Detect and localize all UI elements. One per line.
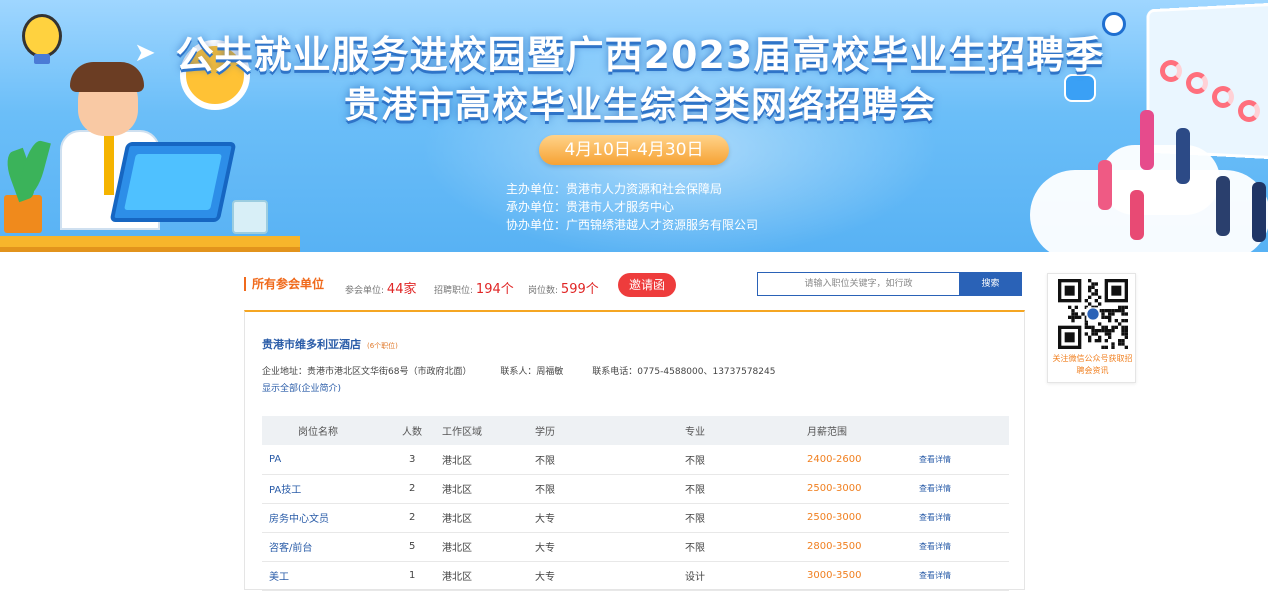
job-education: 大专 <box>535 561 685 591</box>
job-salary: 2500-3000 <box>807 503 919 533</box>
organizer-text: 承办单位：贵港市人才服务中心 <box>506 200 675 214</box>
job-education: 大专 <box>535 532 685 562</box>
job-salary: 2800-3500 <box>807 532 919 562</box>
job-education: 不限 <box>535 474 685 504</box>
col-header-major: 专业 <box>685 416 807 445</box>
job-name-link[interactable]: PA技工 <box>262 474 391 504</box>
table-row: 美工 1 港北区 大专 设计 3000-3500 查看详情 <box>262 561 1009 591</box>
date-range-badge: 4月10日-4月30日 <box>539 135 729 165</box>
positions-label: 招聘职位: <box>434 286 474 296</box>
company-name-link[interactable]: 贵港市维多利亚酒店 <box>262 338 361 351</box>
job-education: 不限 <box>535 445 685 475</box>
company-contact: 联系人：周福敏 <box>500 367 564 377</box>
positions-stat: 招聘职位: 194个 <box>434 278 514 297</box>
qr-code-image <box>1058 279 1128 349</box>
job-name-link[interactable]: PA <box>262 445 391 475</box>
search-input[interactable]: 请输入职位关键字，如行政 <box>757 272 959 296</box>
event-banner: ➤ 公共就业服务进校园暨广西2023届高校毕业生招聘季 贵港市高校毕业生综合类网… <box>0 0 1268 252</box>
units-stat: 参会单位: 44家 <box>345 278 416 297</box>
table-row: PA技工 2 港北区 不限 不限 2500-3000 查看详情 <box>262 474 1009 504</box>
organizers-block: 主办单位：贵港市人力资源和社会保障局 承办单位：贵港市人才服务中心 协办单位：广… <box>506 180 758 234</box>
job-major: 不限 <box>685 445 807 475</box>
units-value: 44家 <box>386 282 417 297</box>
job-salary: 2400-2600 <box>807 445 919 475</box>
jobs-table: 岗位名称 人数 工作区域 学历 专业 月薪范围 PA 3 港北区 不限 不限 2400-2… <box>262 416 1009 591</box>
table-row: PA 3 港北区 不限 不限 2400-2600 查看详情 <box>262 445 1009 475</box>
job-major: 设计 <box>685 561 807 591</box>
job-name-link[interactable]: 咨客/前台 <box>262 532 391 562</box>
invitation-button[interactable]: 邀请函 <box>618 273 676 297</box>
job-name-link[interactable]: 房务中心文员 <box>262 503 391 533</box>
view-details-link[interactable]: 查看详情 <box>919 445 1009 475</box>
cloud-shape <box>1100 145 1220 215</box>
search-button[interactable]: 搜索 <box>959 272 1022 296</box>
job-area: 港北区 <box>442 474 535 504</box>
company-address: 企业地址：贵港市港北区文华街68号（市政府北面） <box>262 367 472 377</box>
positions-value: 194个 <box>475 282 514 297</box>
all-units-label[interactable]: 所有参会单位 <box>244 277 324 291</box>
company-title: 贵港市维多利亚酒店 (6个职位) <box>262 336 398 352</box>
col-header-name: 岗位名称 <box>262 416 391 445</box>
job-count: 1 <box>391 561 442 591</box>
table-header-row: 岗位名称 人数 工作区域 学历 专业 月薪范围 <box>262 416 1009 445</box>
job-area: 港北区 <box>442 445 535 475</box>
job-count: 2 <box>391 503 442 533</box>
banner-title-line2: 贵港市高校毕业生综合类网络招聘会 <box>343 85 936 126</box>
illustration-person <box>1130 190 1144 240</box>
wechat-qr-box: 关注微信公众号获取招聘会资讯 <box>1047 273 1136 383</box>
host-text: 主办单位：贵港市人力资源和社会保障局 <box>506 182 723 196</box>
view-details-link[interactable]: 查看详情 <box>919 503 1009 533</box>
illustration-person <box>1252 182 1266 242</box>
job-count: 2 <box>391 474 442 504</box>
view-details-link[interactable]: 查看详情 <box>919 474 1009 504</box>
openings-stat: 岗位数: 599个 <box>528 278 599 297</box>
table-row: 房务中心文员 2 港北区 大专 不限 2500-3000 查看详情 <box>262 503 1009 533</box>
table-row: 咨客/前台 5 港北区 大专 不限 2800-3500 查看详情 <box>262 532 1009 562</box>
show-all-link[interactable]: 显示全部(企业简介) <box>262 381 341 394</box>
job-area: 港北区 <box>442 532 535 562</box>
job-salary: 3000-3500 <box>807 561 919 591</box>
openings-label: 岗位数: <box>528 286 559 296</box>
desk-edge <box>0 247 300 252</box>
coffee-mug-icon <box>232 200 268 234</box>
illustration-person <box>1216 176 1230 236</box>
view-details-link[interactable]: 查看详情 <box>919 532 1009 562</box>
company-info-line: 企业地址：贵港市港北区文华街68号（市政府北面） 联系人：周福敏 联系电话：07… <box>262 364 801 377</box>
illustration-tie <box>104 135 114 195</box>
company-panel: 贵港市维多利亚酒店 (6个职位) 企业地址：贵港市港北区文华街68号（市政府北面）… <box>244 310 1025 591</box>
col-header-area: 工作区域 <box>442 416 535 445</box>
job-education: 大专 <box>535 503 685 533</box>
job-salary: 2500-3000 <box>807 474 919 504</box>
job-name-link[interactable]: 美工 <box>262 561 391 591</box>
openings-value: 599个 <box>560 282 599 297</box>
col-header-action <box>919 416 1009 445</box>
company-phone: 联系电话：0775-4588000、13737578245 <box>592 367 776 377</box>
illustration-person <box>1176 128 1190 184</box>
job-area: 港北区 <box>442 503 535 533</box>
illustration-person <box>1098 160 1112 210</box>
job-major: 不限 <box>685 503 807 533</box>
position-count: (6个职位) <box>367 342 398 350</box>
col-header-salary: 月薪范围 <box>807 416 919 445</box>
job-area: 港北区 <box>442 561 535 591</box>
col-header-education: 学历 <box>535 416 685 445</box>
job-count: 3 <box>391 445 442 475</box>
qr-caption: 关注微信公众号获取招聘会资讯 <box>1052 354 1133 375</box>
computer-monitor-icon <box>109 142 237 222</box>
co-organizer-text: 协办单位：广西锦绣港越人才资源服务有限公司 <box>506 218 759 232</box>
view-details-link[interactable]: 查看详情 <box>919 561 1009 591</box>
summary-bar: 所有参会单位 参会单位: 44家 招聘职位: 194个 岗位数: 599个 邀请… <box>244 270 1024 302</box>
job-count: 5 <box>391 532 442 562</box>
banner-title-line1: 公共就业服务进校园暨广西2023届高校毕业生招聘季 <box>175 33 1105 77</box>
col-header-count: 人数 <box>391 416 442 445</box>
job-major: 不限 <box>685 532 807 562</box>
units-label: 参会单位: <box>345 286 385 296</box>
job-major: 不限 <box>685 474 807 504</box>
